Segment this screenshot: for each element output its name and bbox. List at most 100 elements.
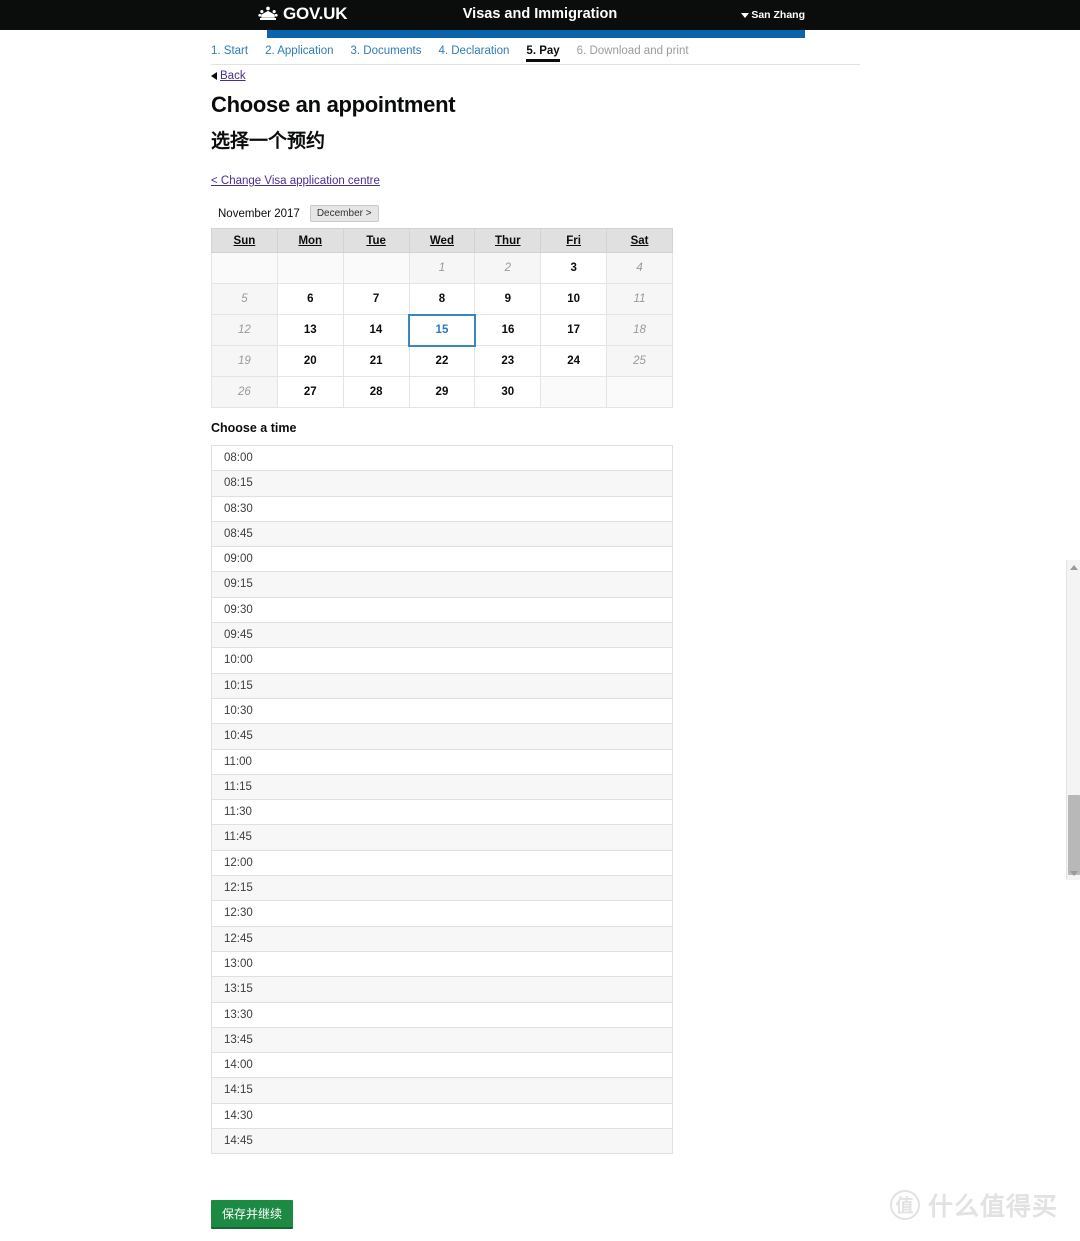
calendar-day-27[interactable]: 27 — [276, 376, 344, 408]
time-slot[interactable]: 13:45 — [212, 1027, 672, 1054]
time-slot[interactable]: 12:15 — [212, 876, 672, 902]
calendar-day-15[interactable]: 15 — [408, 313, 476, 347]
calendar-day-9[interactable]: 9 — [474, 283, 542, 315]
time-slot[interactable]: 13:15 — [212, 977, 672, 1003]
calendar-col-sat: Sat — [606, 228, 673, 253]
scroll-down-button[interactable] — [1067, 866, 1080, 880]
calendar-week-row: 19 20 21 22 23 24 25 — [211, 345, 673, 377]
time-slot[interactable]: 09:00 — [212, 547, 672, 573]
back-row: Back — [211, 70, 246, 82]
calendar-col-label: Thur — [495, 234, 521, 247]
calendar-col-label: Sat — [630, 234, 649, 247]
calendar-day-23[interactable]: 23 — [474, 345, 542, 377]
time-slot[interactable]: 14:15 — [212, 1078, 672, 1104]
time-slot[interactable]: 11:30 — [212, 800, 672, 826]
time-slot[interactable]: 09:30 — [212, 597, 672, 624]
calendar-col-sun: Sun — [211, 228, 278, 253]
account-menu[interactable]: San Zhang — [741, 9, 805, 21]
time-slot[interactable]: 11:00 — [212, 749, 672, 775]
triangle-left-icon — [211, 72, 217, 80]
calendar-day-17[interactable]: 17 — [540, 314, 608, 346]
time-slot[interactable]: 13:00 — [212, 951, 672, 978]
calendar-day-empty — [540, 376, 608, 408]
step-1[interactable]: 1. Start — [211, 45, 248, 61]
service-title: Visas and Immigration — [462, 6, 618, 22]
calendar-col-mon: Mon — [276, 228, 344, 253]
time-slot[interactable]: 10:45 — [212, 724, 672, 750]
time-slot[interactable]: 14:30 — [212, 1103, 672, 1130]
time-slot[interactable]: 11:15 — [212, 774, 672, 801]
calendar-day-21[interactable]: 21 — [342, 345, 410, 377]
calendar-day-7[interactable]: 7 — [342, 283, 410, 315]
save-and-continue-button[interactable]: 保存并继续 — [211, 1200, 294, 1229]
calendar-week-row: 12 13 14 15 16 17 18 — [211, 313, 673, 347]
step-navigation: 1. Start 2. Application 3. Documents 4. Dec… — [211, 45, 860, 65]
account-name: San Zhang — [751, 9, 805, 21]
calendar-col-label: Mon — [298, 234, 323, 247]
calendar-col-label: Sun — [233, 234, 256, 247]
calendar-day-26: 26 — [211, 376, 278, 408]
time-slot[interactable]: 14:45 — [212, 1129, 672, 1155]
calendar-day-28[interactable]: 28 — [342, 376, 410, 408]
calendar-day-1: 1 — [408, 252, 476, 284]
choose-time-label: Choose a time — [211, 421, 297, 435]
calendar-day-3[interactable]: 3 — [540, 252, 608, 284]
time-slot[interactable]: 10:00 — [212, 648, 672, 674]
calendar-col-label: Wed — [429, 234, 454, 247]
time-slot[interactable]: 08:15 — [212, 471, 672, 497]
time-slot[interactable]: 14:00 — [212, 1053, 672, 1079]
time-slot[interactable]: 08:00 — [212, 446, 672, 472]
calendar-day-11: 11 — [606, 283, 673, 315]
calendar-day-29[interactable]: 29 — [408, 376, 476, 408]
step-4[interactable]: 4. Declaration — [438, 45, 509, 61]
triangle-down-icon — [1070, 870, 1078, 876]
back-link[interactable]: Back — [220, 70, 246, 82]
calendar-day-24[interactable]: 24 — [540, 345, 608, 377]
watermark-text: 什么值得买 — [927, 1193, 1058, 1221]
calendar-day-16[interactable]: 16 — [474, 314, 542, 346]
page-subtitle: 选择一个预约 — [211, 131, 326, 152]
next-month-button[interactable]: December > — [309, 205, 379, 222]
calendar-day-8[interactable]: 8 — [408, 283, 476, 315]
time-slot[interactable]: 13:30 — [212, 1002, 672, 1028]
calendar-day-14[interactable]: 14 — [342, 314, 410, 346]
calendar-col-label: Tue — [366, 234, 386, 247]
calendar-day-30[interactable]: 30 — [474, 376, 542, 408]
time-slot[interactable]: 10:30 — [212, 698, 672, 725]
scrollbar-thumb[interactable] — [1068, 795, 1080, 875]
progress-strip — [267, 30, 805, 38]
time-slot[interactable]: 12:45 — [212, 926, 672, 952]
calendar-day-18: 18 — [606, 314, 673, 346]
calendar-day-10[interactable]: 10 — [540, 283, 608, 315]
step-5: 5. Pay — [526, 45, 560, 62]
calendar-week-row: 26 27 28 29 30 — [211, 376, 673, 408]
step-2[interactable]: 2. Application — [265, 45, 333, 61]
change-visa-centre-link[interactable]: < Change Visa application centre — [211, 175, 380, 187]
step-3[interactable]: 3. Documents — [351, 45, 422, 61]
calendar-header: November 2017 December > — [218, 205, 379, 222]
calendar-col-wed: Wed — [408, 228, 476, 253]
time-slot-list: 08:00 08:15 08:30 08:45 09:00 09:15 09:30 09:45… — [211, 445, 673, 1155]
time-slot[interactable]: 09:15 — [212, 572, 672, 598]
calendar-col-thur: Thur — [474, 228, 542, 253]
time-slot[interactable]: 12:00 — [212, 850, 672, 877]
time-slot[interactable]: 09:45 — [212, 623, 672, 649]
calendar-day-19: 19 — [211, 345, 278, 377]
page-scrollbar[interactable] — [1066, 560, 1080, 880]
time-slot[interactable]: 12:30 — [212, 901, 672, 927]
calendar-body: 1 2 3 4 5 6 7 8 9 10 11 12 13 14 15 16 17 18 19 20 21 22 23 24 2… — [211, 252, 673, 408]
time-slot[interactable]: 08:30 — [212, 496, 672, 522]
calendar-day-22[interactable]: 22 — [408, 345, 476, 377]
time-slot[interactable]: 10:15 — [212, 673, 672, 699]
page-root: GOV.UK Visas and Immigration San Zhang 1… — [0, 0, 1080, 1241]
page-title: Choose an appointment — [211, 92, 456, 117]
calendar-day-20[interactable]: 20 — [276, 345, 344, 377]
calendar-day-6[interactable]: 6 — [276, 283, 344, 315]
calendar-day-13[interactable]: 13 — [276, 314, 344, 346]
calendar-day-12: 12 — [211, 314, 278, 346]
time-slot[interactable]: 11:45 — [212, 825, 672, 851]
calendar-header-row: Sun Mon Tue Wed Thur Fri Sat — [211, 228, 673, 253]
calendar-day-empty — [211, 252, 278, 284]
time-slot[interactable]: 08:45 — [212, 521, 672, 548]
scroll-up-button[interactable] — [1067, 560, 1080, 574]
